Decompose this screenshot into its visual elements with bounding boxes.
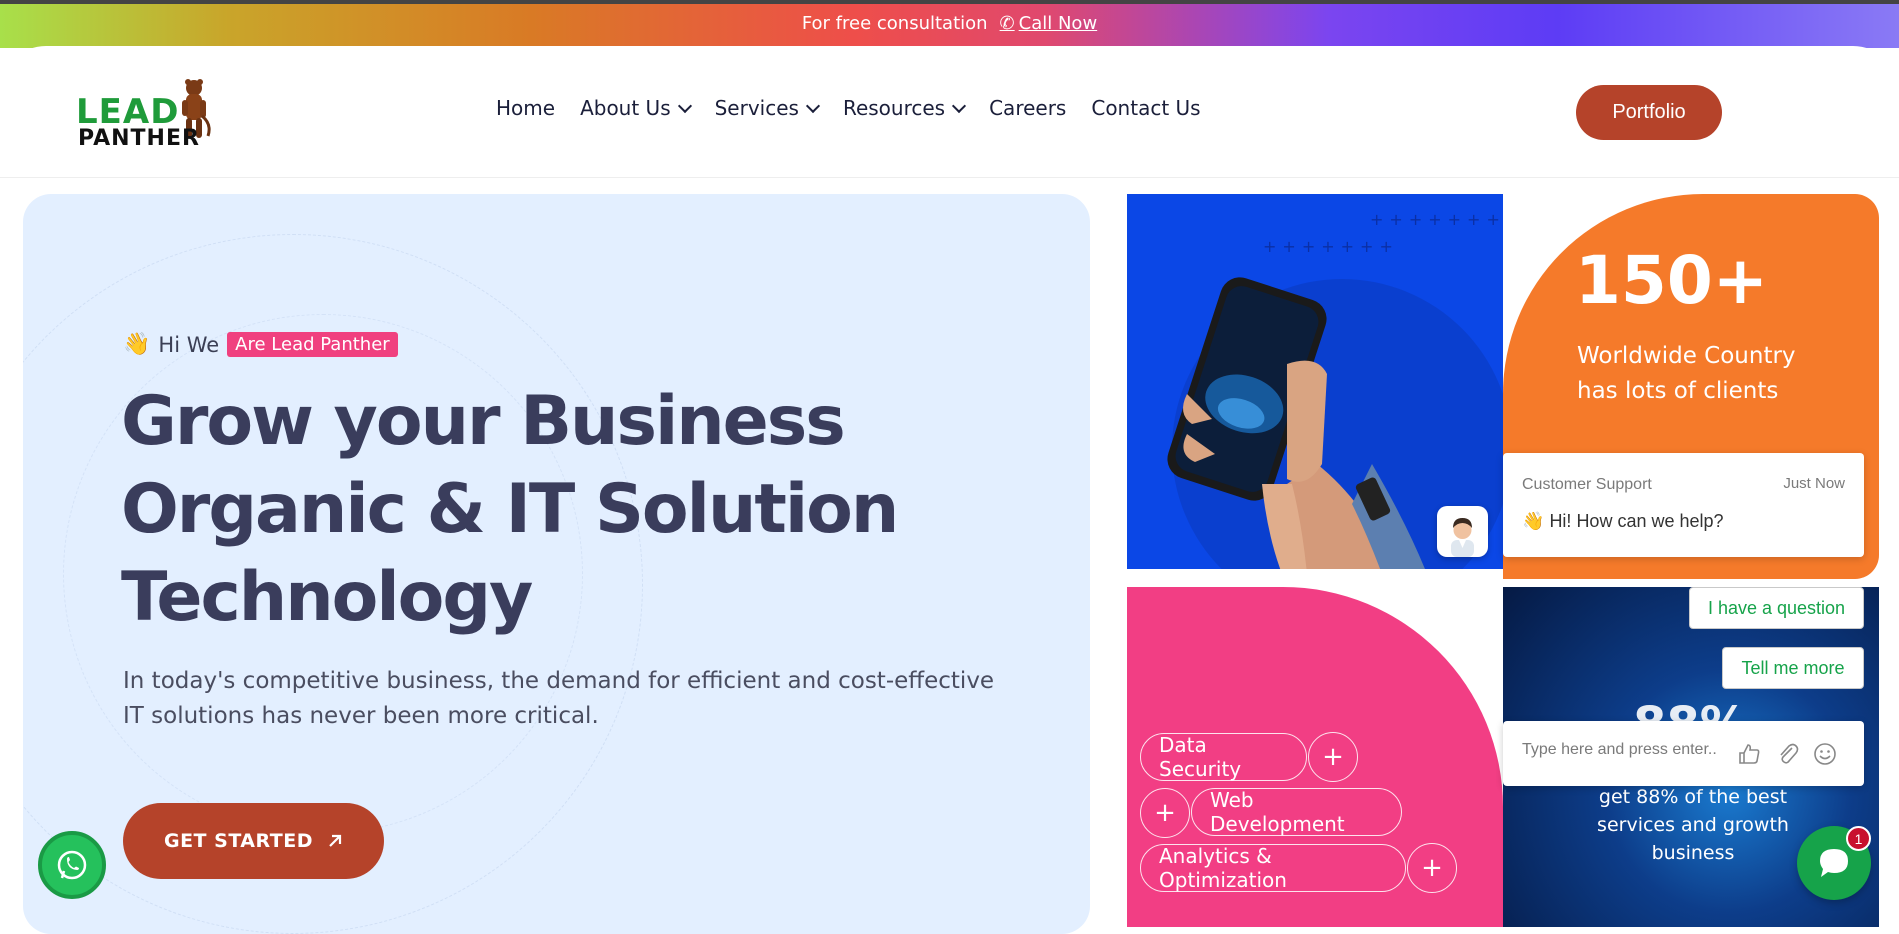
service-pill-web-development[interactable]: Web Development xyxy=(1191,788,1402,836)
nav-label: Contact Us xyxy=(1091,96,1201,120)
nav-label: Home xyxy=(496,96,556,120)
chat-message-card[interactable]: Customer Support Just Now 👋 Hi! How can … xyxy=(1503,453,1864,557)
logo[interactable]: LEAD PANTHER xyxy=(76,76,216,156)
chat-agent-name: Customer Support xyxy=(1522,476,1652,493)
plus-icon[interactable]: + xyxy=(1407,843,1457,893)
greeting-tag: Are Lead Panther xyxy=(227,332,398,357)
nav-label: Resources xyxy=(842,96,946,120)
nav-item-careers[interactable]: Careers xyxy=(989,96,1066,120)
whatsapp-icon xyxy=(57,850,87,880)
dots-decoration: +++++++ xyxy=(1263,237,1399,256)
quick-reply-tell-more[interactable]: Tell me more xyxy=(1722,647,1864,689)
greeting-text: Hi We xyxy=(158,332,220,357)
services-tile: Data Security + + Web Development Analyt… xyxy=(1127,587,1503,927)
main-nav: Home About Us Services Resources Careers… xyxy=(496,96,1201,120)
hero-title-line: Technology xyxy=(121,558,533,637)
nav-item-home[interactable]: Home xyxy=(496,96,555,120)
service-pill-data-security[interactable]: Data Security xyxy=(1140,733,1307,781)
hero-greeting: 👋 Hi We Are Lead Panther xyxy=(123,332,398,357)
growth-text: get 88% of the best services and growth … xyxy=(1597,786,1789,864)
avatar-icon xyxy=(1451,518,1474,557)
nav-label: Careers xyxy=(989,96,1067,120)
hero-description: In today's competitive business, the dem… xyxy=(123,668,995,729)
consultation-text: For free consultation xyxy=(801,13,988,34)
chevron-down-icon xyxy=(677,98,692,113)
nav-item-about-us[interactable]: About Us xyxy=(580,96,692,120)
hero-section: 👋 Hi We Are Lead Panther Grow your Busin… xyxy=(23,194,1090,934)
call-now-label: Call Now xyxy=(1018,13,1098,34)
plus-icon[interactable]: + xyxy=(1140,788,1190,838)
thumbs-up-icon[interactable] xyxy=(1736,741,1762,767)
logo-text-panther: PANTHER xyxy=(78,126,200,151)
hand-holding-phone-image xyxy=(1167,277,1425,569)
emoji-icon[interactable] xyxy=(1812,741,1838,767)
portfolio-button[interactable]: Portfolio xyxy=(1576,85,1722,140)
nav-label: About Us xyxy=(580,96,671,120)
hero-title-line: Grow your Business xyxy=(121,382,846,461)
chat-message-text: Hi! How can we help? xyxy=(1549,511,1724,531)
waving-hand-icon: 👋 xyxy=(1522,511,1545,531)
call-now-link[interactable]: ✆ Call Now xyxy=(1000,13,1098,34)
stat-label: Worldwide Country has lots of clients xyxy=(1577,343,1796,404)
nav-item-contact-us[interactable]: Contact Us xyxy=(1091,96,1200,120)
unread-badge: 1 xyxy=(1846,826,1871,851)
plus-icon[interactable]: + xyxy=(1308,732,1358,782)
stat-number: 150+ xyxy=(1575,242,1769,319)
hero-title-line: Organic & IT Solution xyxy=(121,470,899,549)
site-header: LEAD PANTHER Home About Us Services Reso… xyxy=(0,46,1899,178)
nav-item-resources[interactable]: Resources xyxy=(842,96,967,120)
quick-reply-question[interactable]: I have a question xyxy=(1689,587,1864,629)
chat-bubble-icon xyxy=(1820,849,1848,877)
nav-label: Services xyxy=(714,96,799,120)
nav-item-services[interactable]: Services xyxy=(714,96,821,120)
get-started-label: GET STARTED xyxy=(163,830,313,852)
chat-message: 👋 Hi! How can we help? xyxy=(1522,511,1724,532)
chevron-down-icon xyxy=(952,98,967,113)
dots-decoration: +++++++ xyxy=(1370,210,1503,229)
chat-timestamp: Just Now xyxy=(1783,475,1845,492)
phone-icon: ✆ xyxy=(999,13,1015,34)
paperclip-icon[interactable] xyxy=(1775,741,1801,767)
top-banner: For free consultation ✆ Call Now xyxy=(0,0,1899,48)
get-started-button[interactable]: GET STARTED xyxy=(123,803,384,879)
chat-input[interactable] xyxy=(1522,741,1722,759)
chevron-down-icon xyxy=(805,98,821,113)
whatsapp-button[interactable] xyxy=(38,831,106,899)
chat-input-bar xyxy=(1503,721,1864,786)
arrow-up-right-icon xyxy=(329,834,342,847)
hero-title: Grow your Business Organic & IT Solution… xyxy=(121,378,981,642)
waving-hand-icon: 👋 xyxy=(123,332,151,357)
service-pill-analytics[interactable]: Analytics & Optimization xyxy=(1140,844,1406,892)
support-agent-avatar xyxy=(1437,506,1488,557)
